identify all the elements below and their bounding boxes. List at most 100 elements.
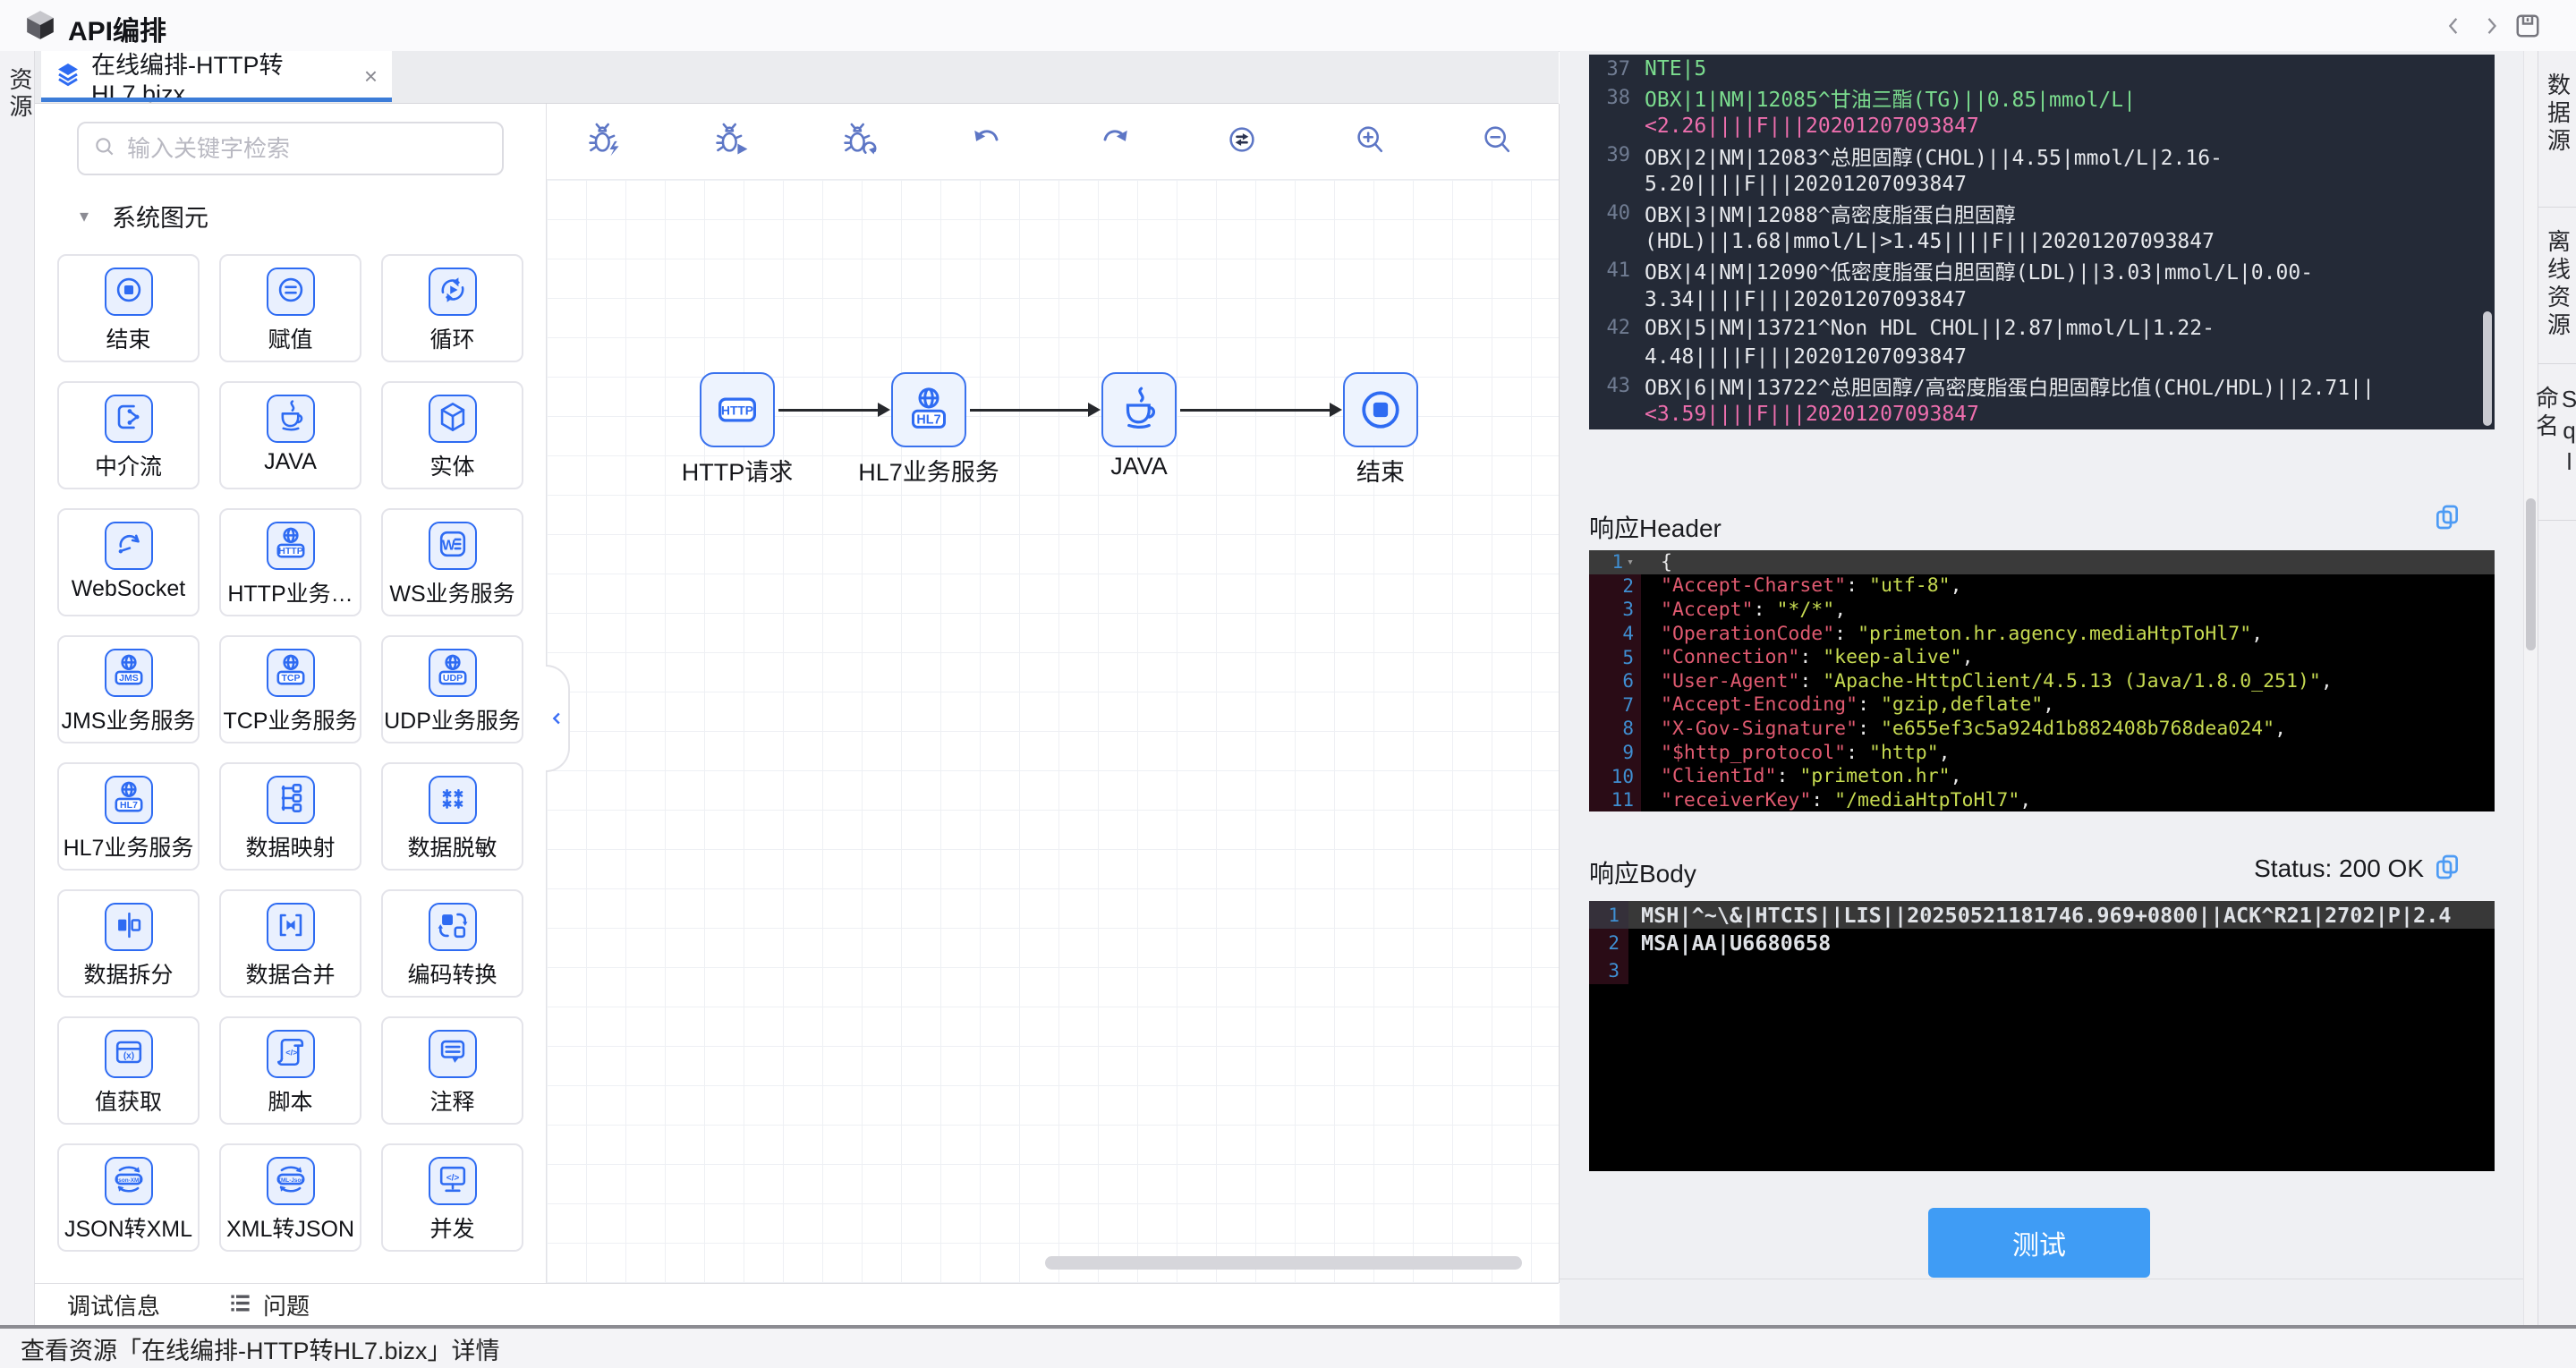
palette-item-label: 数据映射 — [245, 830, 335, 862]
right-tab[interactable]: 命名Sql — [2538, 364, 2576, 521]
line-text: OBX|6|NM|13722^总胆固醇/高密度脂蛋白胆固醇比值(CHOL/HDL… — [1645, 370, 2375, 401]
palette-item-label: 编码转换 — [407, 957, 497, 990]
palette-item[interactable]: 循环 — [381, 254, 523, 362]
code-line: 10 "ClientId": "primeton.hr", — [1589, 764, 2495, 788]
svg-text:XML-Json: XML-Json — [276, 1177, 304, 1183]
collapse-triangle-icon — [80, 205, 89, 227]
right-tab[interactable]: 离线资源 — [2538, 208, 2576, 364]
search-input[interactable] — [125, 134, 502, 164]
line-text: 4.48||||F|||20201207093847 — [1645, 345, 1967, 369]
palette-item[interactable]: XML-Json XML转JSON — [219, 1143, 361, 1252]
right-panel-scrollbar[interactable] — [2523, 51, 2538, 1326]
resources-rail-label[interactable]: 资源 — [4, 67, 38, 121]
scrollbar-thumb[interactable] — [2526, 498, 2536, 650]
tab-close-icon[interactable]: × — [364, 63, 378, 90]
response-header-editor[interactable]: 1 { 2 "Accept-Charset": "utf-8", 3 "Acce… — [1589, 550, 2495, 811]
palette-section-header[interactable]: 系统图元 — [80, 199, 208, 234]
palette-item[interactable]: 注释 — [381, 1016, 523, 1125]
log-line: 3.34||||F|||20201207093847 — [1589, 285, 2495, 314]
palette-item[interactable]: 结束 — [57, 254, 200, 362]
palette-search[interactable] — [77, 122, 504, 175]
line-number: 6 — [1589, 669, 1641, 693]
flow-arrow — [970, 409, 1089, 412]
tab-online-orchestration[interactable]: 在线编排-HTTP转HL7.bizx × — [41, 51, 392, 102]
log-line: 42 OBX|5|NM|13721^Non HDL CHOL||2.87|mmo… — [1589, 314, 2495, 343]
palette-item[interactable]: 数据合并 — [219, 889, 361, 998]
right-tab-strip: 数据源 离线资源 命名Sql — [2538, 51, 2576, 1326]
palette-item-label: WS业务服务 — [389, 576, 514, 608]
response-body-label: 响应Body — [1589, 854, 1696, 890]
palette-item[interactable]: TCP TCP业务服务 — [219, 635, 361, 743]
chevron-right-icon[interactable] — [2477, 11, 2507, 41]
node-java[interactable] — [1101, 372, 1177, 447]
line-number: 11 — [1589, 788, 1641, 811]
problems-tab[interactable]: 问题 — [228, 1288, 310, 1321]
debug-info-tab[interactable]: 调试信息 — [67, 1288, 160, 1321]
globe-tag-icon: JMS — [109, 651, 149, 695]
palette-item-label: 数据合并 — [245, 957, 335, 990]
palette-item[interactable]: 赋值 — [219, 254, 361, 362]
copy-icon[interactable] — [2433, 501, 2463, 535]
line-number: 3 — [1589, 598, 1641, 622]
palette-item[interactable]: W WS业务服务 — [381, 508, 523, 616]
palette-item[interactable]: JMS JMS业务服务 — [57, 635, 200, 743]
node-http-request[interactable]: HTTP — [700, 372, 775, 447]
svg-text:HL7: HL7 — [120, 800, 138, 811]
canvas-grid[interactable] — [547, 180, 1559, 1283]
debug-run-icon — [712, 120, 752, 164]
test-button[interactable]: 测试 — [1928, 1208, 2150, 1278]
palette-item[interactable]: (x) 值获取 — [57, 1016, 200, 1125]
status-bar-text: 查看资源「在线编排-HTTP转HL7.bizx」详情 — [21, 1331, 500, 1366]
log-scrollbar[interactable] — [2483, 311, 2492, 426]
palette-item[interactable]: 数据脱敏 — [381, 762, 523, 871]
palette-item[interactable]: JAVA — [219, 381, 361, 489]
palette-item-label: XML转JSON — [226, 1211, 354, 1244]
script-icon: </> — [271, 1032, 310, 1076]
palette-item[interactable]: 中介流 — [57, 381, 200, 489]
line-number: 42 — [1589, 317, 1645, 339]
palette-item[interactable]: HTTP HTTP业务… — [219, 508, 361, 616]
palette-collapse-handle[interactable] — [546, 665, 570, 772]
palette-item[interactable]: HL7 HL7业务服务 — [57, 762, 200, 871]
code-line: 5 "Connection": "keep-alive", — [1589, 645, 2495, 669]
copy-icon[interactable] — [2433, 851, 2463, 885]
palette-item[interactable]: WebSocket — [57, 508, 200, 616]
palette-item[interactable]: 数据映射 — [219, 762, 361, 871]
node-hl7-service[interactable]: HL7 — [891, 372, 966, 447]
status-200-ok: Status: 200 OK — [2186, 854, 2424, 883]
palette-item[interactable]: Json-XML JSON转XML — [57, 1143, 200, 1252]
palette-item-label: 数据拆分 — [83, 957, 173, 990]
app-logo-icon — [24, 9, 56, 41]
globe-tag-icon: UDP — [433, 651, 472, 695]
log-line: 41 OBX|4|NM|12090^低密度脂蛋白胆固醇(LDL)||3.03|m… — [1589, 256, 2495, 285]
right-tab[interactable]: 数据源 — [2538, 51, 2576, 208]
chevron-left-icon[interactable] — [2439, 11, 2470, 41]
redo-icon — [1095, 120, 1135, 164]
palette-item[interactable]: 实体 — [381, 381, 523, 489]
mediation-flow-icon — [109, 397, 149, 441]
palette-item[interactable]: 数据拆分 — [57, 889, 200, 998]
palette-item[interactable]: 编码转换 — [381, 889, 523, 998]
data-mapping-icon — [271, 778, 310, 822]
response-body-editor[interactable]: 1 MSH|^~\&|HTCIS||LIS||20250521181746.96… — [1589, 901, 2495, 1171]
palette-item[interactable]: </> 脚本 — [219, 1016, 361, 1125]
code-line: 8 "X-Gov-Signature": "e655ef3c5a924d1b88… — [1589, 717, 2495, 741]
fold-caret-icon[interactable] — [1627, 556, 1634, 569]
flow-canvas[interactable]: HTTP HL7 HTTP请求 HL7业务服务 JAVA 结束 — [547, 104, 1560, 1283]
palette-item-label: 赋值 — [268, 322, 312, 354]
palette-item[interactable]: </> 并发 — [381, 1143, 523, 1252]
palette-item-label: 脚本 — [268, 1084, 312, 1117]
save-icon[interactable] — [2512, 11, 2543, 41]
loop-icon — [433, 270, 472, 314]
code-line: 7 "Accept-Encoding": "gzip,deflate", — [1589, 693, 2495, 718]
canvas-toolbar — [547, 104, 1559, 180]
node-end[interactable] — [1343, 372, 1418, 447]
canvas-hscrollbar[interactable] — [1045, 1256, 1522, 1270]
svg-text:</>: </> — [446, 1173, 459, 1183]
debug-lightning-icon — [585, 120, 625, 164]
status-bar: 查看资源「在线编排-HTTP转HL7.bizx」详情 — [0, 1329, 2576, 1368]
palette-item-label: 中介流 — [95, 449, 162, 481]
hl7-message-log[interactable]: 37 NTE|5 38 OBX|1|NM|12085^甘油三酯(TG)||0.8… — [1589, 55, 2495, 429]
line-number: 38 — [1589, 87, 1645, 109]
palette-item[interactable]: UDP UDP业务服务 — [381, 635, 523, 743]
